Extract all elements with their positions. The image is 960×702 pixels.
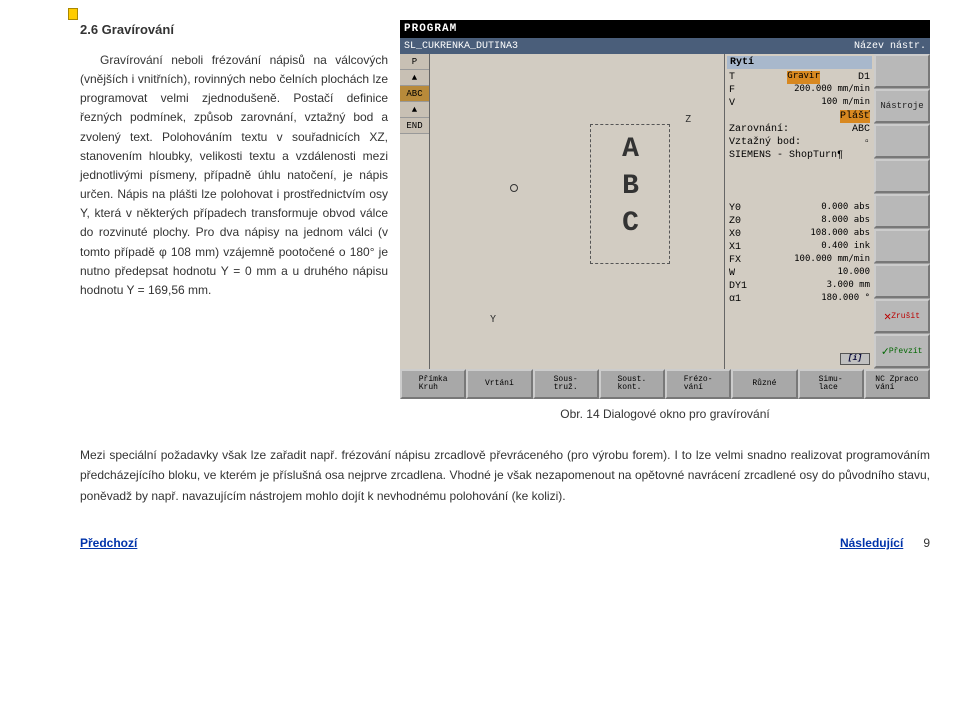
cnc-left-icons: P ▲ ABC ▲ END — [400, 54, 430, 369]
tool-name-label: Název nástr. — [854, 41, 926, 52]
cnc-header: PROGRAM — [400, 20, 930, 38]
param-t: TGravirD1 — [727, 71, 872, 84]
param-dy1: DY13.000 mm — [727, 280, 872, 293]
text-column: 2.6 Gravírování Gravírování neboli frézo… — [80, 20, 388, 421]
cnc-sidebar: Nástroje ✕Zrušit ✓Převzít — [874, 54, 930, 369]
program-name: SL_CUKRENKA_DUTINA3 — [404, 41, 518, 52]
page-number: 9 — [923, 536, 930, 550]
param-f: F200.000 mm/min — [727, 84, 872, 97]
bb-vrtani[interactable]: Vrtání — [466, 369, 532, 399]
sb-4[interactable] — [874, 194, 930, 228]
param-siemens: SIEMENS - ShopTurn¶ — [727, 149, 872, 162]
sb-3[interactable] — [874, 159, 930, 193]
param-v: V100 m/min — [727, 97, 872, 110]
cnc-params: Rytí TGravirD1 F200.000 mm/min V100 m/mi… — [724, 54, 874, 369]
param-w: W10.000 — [727, 267, 872, 280]
param-x0: X0108.000 abs — [727, 228, 872, 241]
canvas-text-abc: ABC — [615, 134, 646, 245]
section-heading: 2.6 Gravírování — [80, 20, 388, 41]
sb-5[interactable] — [874, 229, 930, 263]
param-z0: Z08.000 abs — [727, 215, 872, 228]
sb-0[interactable] — [874, 54, 930, 88]
cnc-canvas: Z Y ABC — [430, 54, 724, 344]
bb-ruzne[interactable]: Různé — [731, 369, 797, 399]
axis-z: Z — [685, 114, 691, 125]
param-zarovnani: Zarovnání:ABC — [727, 123, 872, 136]
figure-caption: Obr. 14 Dialogové okno pro gravírování — [400, 407, 930, 421]
param-vztazny: Vztažný bod:▫ — [727, 136, 872, 149]
param-fx: FX100.000 mm/min — [727, 254, 872, 267]
origin-marker — [510, 184, 518, 192]
left-up1[interactable]: ▲ — [400, 70, 429, 86]
page-marker — [68, 8, 78, 20]
left-p[interactable]: P — [400, 54, 429, 70]
nav-row: Předchozí Následující 9 — [80, 536, 930, 550]
left-abc[interactable]: ABC — [400, 86, 429, 102]
param-plast: Plášť — [727, 110, 872, 123]
param-y0: Y00.000 abs — [727, 202, 872, 215]
sb-2[interactable] — [874, 124, 930, 158]
sb-zrusit[interactable]: ✕Zrušit — [874, 299, 930, 333]
axis-y: Y — [490, 314, 496, 325]
cnc-bottom-bar: Přímka Kruh Vrtání Sous- truž. Soust. ko… — [400, 369, 930, 399]
prev-link[interactable]: Předchozí — [80, 536, 137, 550]
cnc-titlebar: SL_CUKRENKA_DUTINA3 Název nástr. — [400, 38, 930, 54]
sb-6[interactable] — [874, 264, 930, 298]
bb-zpracovani[interactable]: NC Zpraco vání — [864, 369, 930, 399]
next-link[interactable]: Následující — [840, 536, 903, 550]
left-end[interactable]: END — [400, 118, 429, 134]
bb-soustkont[interactable]: Soust. kont. — [599, 369, 665, 399]
param-x1: X10.400 ink — [727, 241, 872, 254]
bb-primka[interactable]: Přímka Kruh — [400, 369, 466, 399]
left-up2[interactable]: ▲ — [400, 102, 429, 118]
info-icon[interactable]: [i] — [840, 353, 870, 365]
cnc-dialog: PROGRAM SL_CUKRENKA_DUTINA3 Název nástr.… — [400, 20, 930, 399]
bb-simulace[interactable]: Simu- lace — [798, 369, 864, 399]
sb-prevzit[interactable]: ✓Převzít — [874, 334, 930, 368]
main-paragraph: Gravírování neboli frézování nápisů na v… — [80, 51, 388, 300]
lower-paragraph: Mezi speciální požadavky však lze zařadi… — [80, 445, 930, 506]
bb-soustruz[interactable]: Sous- truž. — [533, 369, 599, 399]
param-a1: α1180.000 ° — [727, 293, 872, 306]
bb-frezovani[interactable]: Frézo- vání — [665, 369, 731, 399]
section-ryti: Rytí — [727, 56, 872, 69]
sb-nastroje[interactable]: Nástroje — [874, 89, 930, 123]
